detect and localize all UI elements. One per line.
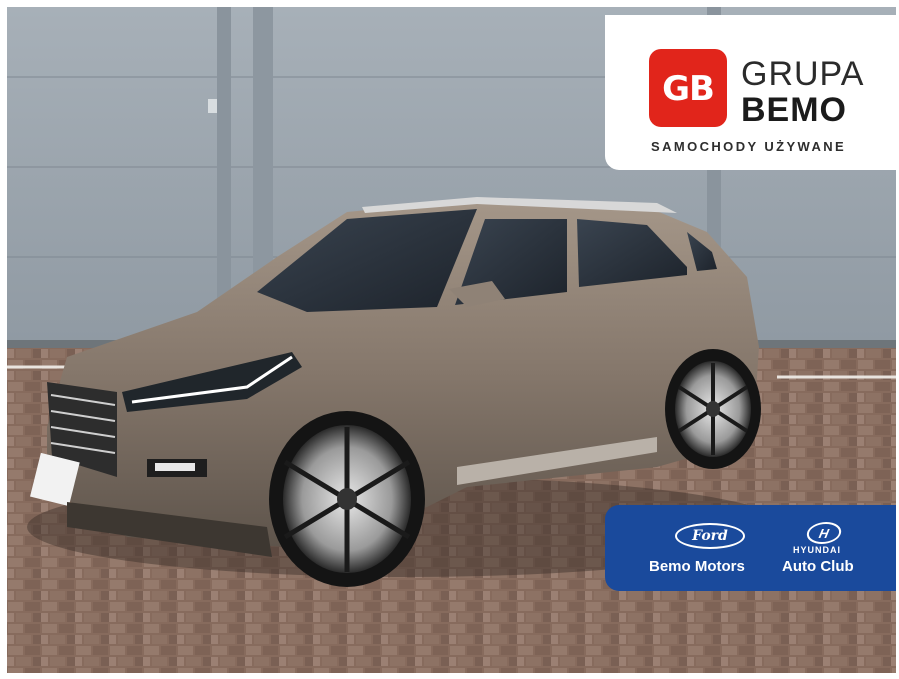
gb-badge-icon: GB xyxy=(649,49,727,127)
brand-name-line1: GRUPA xyxy=(741,55,865,93)
ford-logo-icon: Ford xyxy=(675,523,745,549)
hyundai-wordmark: HYUNDAI xyxy=(793,545,842,555)
ford-logo-text: Ford xyxy=(692,528,728,544)
dealer-name-bemo-motors: Bemo Motors xyxy=(649,558,745,575)
photo-frame: GB GRUPA BEMO SAMOCHODY UŻYWANE Ford H H… xyxy=(7,7,896,673)
dealer-banner: Ford H HYUNDAI Bemo Motors Auto Club xyxy=(605,505,896,591)
brand-name-line2: BEMO xyxy=(741,91,847,129)
dealer-name-auto-club: Auto Club xyxy=(782,558,854,575)
grupa-bemo-logo: GB GRUPA BEMO SAMOCHODY UŻYWANE xyxy=(605,15,896,170)
gb-badge-text: GB xyxy=(662,69,715,109)
hyundai-logo-icon: H xyxy=(804,522,844,544)
brand-tagline: SAMOCHODY UŻYWANE xyxy=(651,139,847,154)
